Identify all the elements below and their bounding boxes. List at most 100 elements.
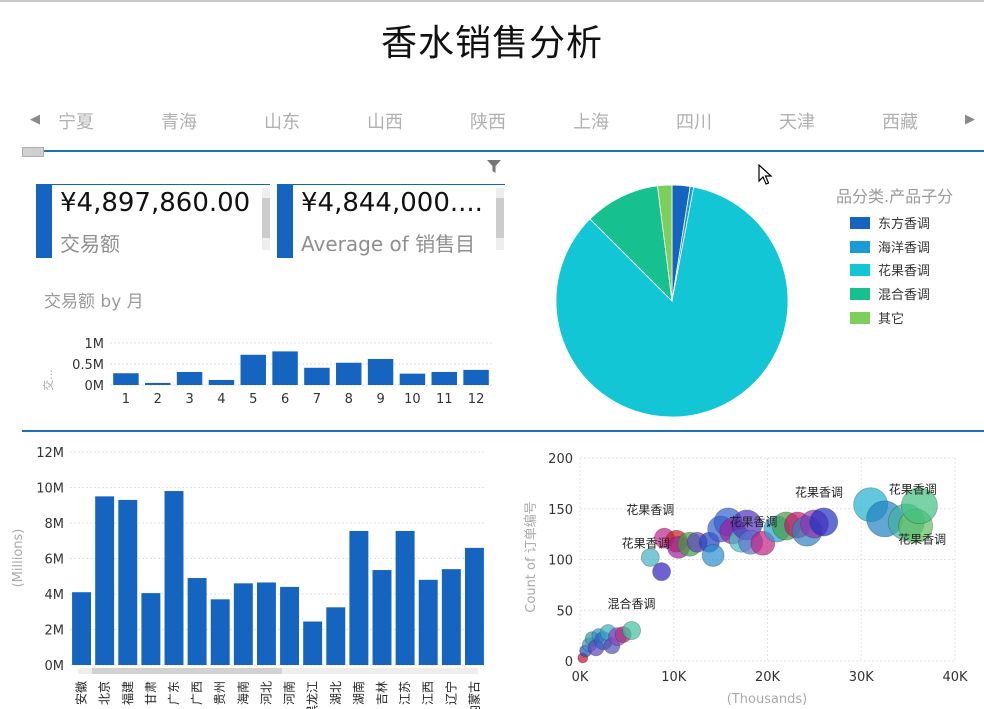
legend-item[interactable]: 混合香调 xyxy=(850,284,930,303)
monthly-x-tick: 2 xyxy=(154,392,162,407)
monthly-x-tick: 4 xyxy=(217,392,225,407)
province-x-tick: 湖南 xyxy=(351,681,366,705)
slicer-scrollbar[interactable] xyxy=(22,150,984,152)
monthly-y-tick: 0M xyxy=(85,379,105,394)
province-x-tick: 内蒙古 xyxy=(466,681,481,709)
scatter-annotation: 花果香调 xyxy=(729,514,777,529)
province-x-tick: 海南 xyxy=(235,681,250,705)
pie-legend-title: 品分类.产品子分 xyxy=(836,187,954,206)
monthly-bar xyxy=(304,367,330,385)
card-accent xyxy=(277,184,293,258)
scatter-y-tick: 100 xyxy=(548,554,573,569)
legend-label: 海洋香调 xyxy=(878,240,931,256)
province-x-tick: 江苏 xyxy=(398,681,412,705)
scatter-x-tick: 30K xyxy=(849,670,875,685)
province-x-tick: 江西 xyxy=(421,681,435,705)
kpi-value: ¥4,844,000.... xyxy=(301,188,483,218)
monthly-bar xyxy=(463,369,489,385)
province-x-tick: 吉林 xyxy=(375,681,389,705)
slicer-item[interactable]: 宁夏 xyxy=(58,108,94,134)
monthly-bar xyxy=(176,371,203,385)
monthly-x-tick: 9 xyxy=(376,392,384,407)
scatter-annotation: 花果香调 xyxy=(889,482,937,497)
province-y-tick: 6M xyxy=(45,553,65,568)
legend-item[interactable]: 海洋香调 xyxy=(850,237,930,256)
scatter-x-label: (Thousands) xyxy=(727,692,808,707)
monthly-x-tick: 6 xyxy=(281,392,289,407)
section-divider xyxy=(22,430,984,432)
province-bar xyxy=(72,592,92,665)
scatter-x-tick: 20K xyxy=(755,670,781,685)
monthly-bar-chart: 交... 0M0.5M1M1 2 3 4 5 6 7 8 9 10 11 12 xyxy=(41,337,492,407)
province-bar xyxy=(210,599,230,665)
slicer-item[interactable]: 天津 xyxy=(779,108,815,134)
legend-label: 花果香调 xyxy=(878,264,931,280)
monthly-x-tick: 7 xyxy=(313,392,321,407)
province-bar xyxy=(464,547,484,665)
kpi-label: Average of 销售目 xyxy=(301,232,476,256)
filter-icon[interactable] xyxy=(487,160,501,174)
province-slicer[interactable]: ◀ 宁夏 青海 山东 山西 陕西 上海 四川 天津 西藏 ▶ xyxy=(20,100,984,140)
monthly-bar xyxy=(431,371,457,385)
monthly-bar xyxy=(145,382,171,385)
province-y-tick: 0M xyxy=(45,659,65,674)
slicer-scroll-thumb[interactable] xyxy=(22,147,44,157)
province-bar xyxy=(441,569,461,665)
province-x-tick: 辽宁 xyxy=(443,681,458,705)
card-border xyxy=(293,184,505,185)
legend-swatch xyxy=(850,240,870,253)
slicer-item[interactable]: 上海 xyxy=(573,108,609,134)
province-bar xyxy=(141,593,161,665)
legend-label: 东方香调 xyxy=(878,217,931,232)
kpi-label: 交易额 xyxy=(60,232,120,256)
slicer-item[interactable]: 陕西 xyxy=(470,108,506,134)
province-bar xyxy=(349,530,369,665)
legend-item[interactable]: 花果香调 xyxy=(850,260,930,279)
province-x-tick: 黑龙江 xyxy=(306,681,320,709)
legend-item[interactable]: 东方香调 xyxy=(850,213,930,232)
monthly-x-tick: 5 xyxy=(249,392,257,407)
province-bar xyxy=(187,578,207,665)
legend-swatch xyxy=(850,217,870,229)
monthly-bar xyxy=(113,373,139,385)
monthly-x-tick: 8 xyxy=(345,392,353,407)
scroll-left-icon[interactable]: ◀ xyxy=(30,112,40,127)
card-accent xyxy=(36,184,52,258)
slicer-item[interactable]: 西藏 xyxy=(882,108,918,134)
monthly-x-tick: 12 xyxy=(468,392,485,407)
province-y-tick: 2M xyxy=(45,624,65,639)
province-bar xyxy=(372,570,392,665)
province-y-tick: 4M xyxy=(45,588,65,603)
province-x-tick: 广东 xyxy=(167,681,181,705)
province-x-tick: 安徽 xyxy=(74,681,89,705)
legend-swatch xyxy=(850,264,870,277)
province-bar xyxy=(164,491,184,665)
legend-item[interactable]: 其它 xyxy=(850,308,904,327)
province-x-tick: 湖北 xyxy=(328,681,343,705)
kpi-value: ¥4,897,860.00 xyxy=(60,188,251,218)
slicer-item[interactable]: 山西 xyxy=(367,108,403,134)
kpi-card-revenue[interactable]: ¥4,897,860.00 交易额 xyxy=(36,184,270,258)
scatter-x-tick: 40K xyxy=(942,670,968,685)
province-y-label: (Millions) xyxy=(11,529,26,588)
province-bar xyxy=(118,499,138,665)
scatter-bubble xyxy=(701,544,725,567)
province-x-tick: 北京 xyxy=(98,681,112,705)
province-bar xyxy=(395,530,415,665)
scroll-right-icon[interactable]: ▶ xyxy=(965,112,975,127)
scatter-y-tick: 50 xyxy=(556,604,573,619)
slicer-item[interactable]: 山东 xyxy=(264,108,300,134)
province-x-tick: 河北 xyxy=(259,681,273,705)
slicer-item[interactable]: 青海 xyxy=(161,108,197,134)
category-pie-chart xyxy=(555,184,789,418)
province-bar xyxy=(418,579,438,665)
top-border xyxy=(0,0,984,2)
monthly-x-tick: 1 xyxy=(122,392,130,407)
slicer-item[interactable]: 四川 xyxy=(676,108,712,134)
province-x-tick: 贵州 xyxy=(213,681,227,705)
kpi-card-target[interactable]: ¥4,844,000.... Average of 销售目 xyxy=(277,184,505,258)
card-scroll-thumb[interactable] xyxy=(262,198,270,238)
province-bar-chart: (Millions) 0M 2M 4M 6M 8M 10M 12M 安徽 北京 福建 甘肃 广东 广西贵… xyxy=(11,446,486,709)
legend-swatch xyxy=(850,288,870,301)
card-scroll-thumb[interactable] xyxy=(496,198,504,238)
